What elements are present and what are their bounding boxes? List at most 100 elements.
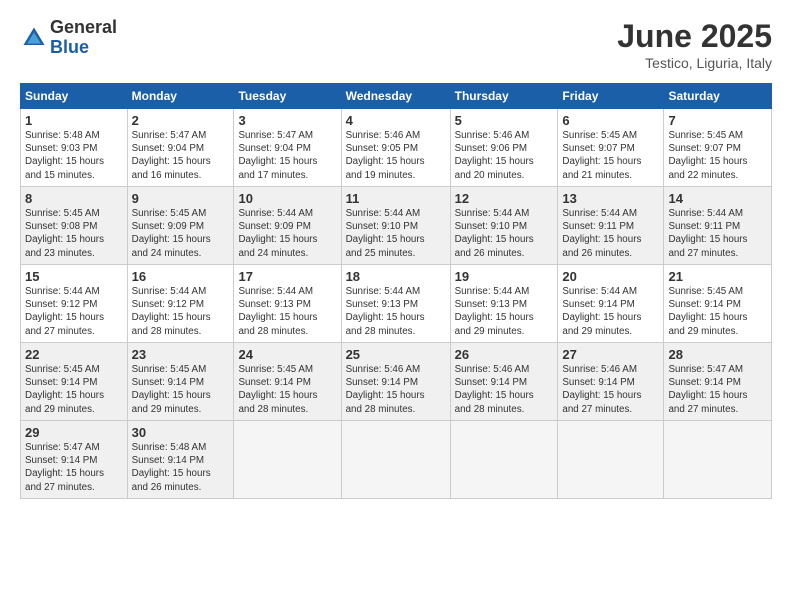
day-cell-30: 30Sunrise: 5:48 AMSunset: 9:14 PMDayligh… — [127, 421, 234, 499]
day-cell-29: 29Sunrise: 5:47 AMSunset: 9:14 PMDayligh… — [21, 421, 128, 499]
day-cell-20: 20Sunrise: 5:44 AMSunset: 9:14 PMDayligh… — [558, 265, 664, 343]
day-cell-4: 4Sunrise: 5:46 AMSunset: 9:05 PMDaylight… — [341, 109, 450, 187]
weekday-monday: Monday — [127, 84, 234, 109]
day-number: 20 — [562, 269, 659, 284]
day-number: 15 — [25, 269, 123, 284]
weekday-thursday: Thursday — [450, 84, 558, 109]
empty-cell — [450, 421, 558, 499]
day-info: Sunrise: 5:46 AMSunset: 9:14 PMDaylight:… — [455, 363, 554, 416]
day-info: Sunrise: 5:47 AMSunset: 9:14 PMDaylight:… — [25, 441, 123, 494]
day-number: 5 — [455, 113, 554, 128]
day-cell-14: 14Sunrise: 5:44 AMSunset: 9:11 PMDayligh… — [664, 187, 772, 265]
weekday-friday: Friday — [558, 84, 664, 109]
day-cell-13: 13Sunrise: 5:44 AMSunset: 9:11 PMDayligh… — [558, 187, 664, 265]
day-cell-21: 21Sunrise: 5:45 AMSunset: 9:14 PMDayligh… — [664, 265, 772, 343]
day-number: 27 — [562, 347, 659, 362]
day-info: Sunrise: 5:45 AMSunset: 9:14 PMDaylight:… — [668, 285, 767, 338]
empty-cell — [664, 421, 772, 499]
location: Testico, Liguria, Italy — [617, 55, 772, 71]
day-info: Sunrise: 5:44 AMSunset: 9:12 PMDaylight:… — [132, 285, 230, 338]
empty-cell — [558, 421, 664, 499]
day-info: Sunrise: 5:45 AMSunset: 9:07 PMDaylight:… — [562, 129, 659, 182]
month-title: June 2025 — [617, 18, 772, 55]
day-number: 16 — [132, 269, 230, 284]
logo: General Blue — [20, 18, 117, 58]
day-number: 7 — [668, 113, 767, 128]
day-cell-7: 7Sunrise: 5:45 AMSunset: 9:07 PMDaylight… — [664, 109, 772, 187]
day-number: 28 — [668, 347, 767, 362]
day-cell-10: 10Sunrise: 5:44 AMSunset: 9:09 PMDayligh… — [234, 187, 341, 265]
day-number: 1 — [25, 113, 123, 128]
day-number: 3 — [238, 113, 336, 128]
day-info: Sunrise: 5:47 AMSunset: 9:04 PMDaylight:… — [238, 129, 336, 182]
day-cell-6: 6Sunrise: 5:45 AMSunset: 9:07 PMDaylight… — [558, 109, 664, 187]
day-info: Sunrise: 5:44 AMSunset: 9:09 PMDaylight:… — [238, 207, 336, 260]
weekday-saturday: Saturday — [664, 84, 772, 109]
day-number: 4 — [346, 113, 446, 128]
day-cell-2: 2Sunrise: 5:47 AMSunset: 9:04 PMDaylight… — [127, 109, 234, 187]
day-number: 26 — [455, 347, 554, 362]
day-number: 25 — [346, 347, 446, 362]
day-number: 2 — [132, 113, 230, 128]
day-cell-3: 3Sunrise: 5:47 AMSunset: 9:04 PMDaylight… — [234, 109, 341, 187]
day-info: Sunrise: 5:44 AMSunset: 9:10 PMDaylight:… — [346, 207, 446, 260]
day-number: 23 — [132, 347, 230, 362]
day-number: 11 — [346, 191, 446, 206]
day-cell-9: 9Sunrise: 5:45 AMSunset: 9:09 PMDaylight… — [127, 187, 234, 265]
day-cell-25: 25Sunrise: 5:46 AMSunset: 9:14 PMDayligh… — [341, 343, 450, 421]
day-info: Sunrise: 5:47 AMSunset: 9:04 PMDaylight:… — [132, 129, 230, 182]
logo-text: General Blue — [50, 18, 117, 58]
day-cell-5: 5Sunrise: 5:46 AMSunset: 9:06 PMDaylight… — [450, 109, 558, 187]
day-cell-26: 26Sunrise: 5:46 AMSunset: 9:14 PMDayligh… — [450, 343, 558, 421]
day-number: 19 — [455, 269, 554, 284]
day-cell-12: 12Sunrise: 5:44 AMSunset: 9:10 PMDayligh… — [450, 187, 558, 265]
day-cell-19: 19Sunrise: 5:44 AMSunset: 9:13 PMDayligh… — [450, 265, 558, 343]
day-info: Sunrise: 5:48 AMSunset: 9:03 PMDaylight:… — [25, 129, 123, 182]
empty-cell — [341, 421, 450, 499]
day-cell-27: 27Sunrise: 5:46 AMSunset: 9:14 PMDayligh… — [558, 343, 664, 421]
day-cell-22: 22Sunrise: 5:45 AMSunset: 9:14 PMDayligh… — [21, 343, 128, 421]
calendar-table: SundayMondayTuesdayWednesdayThursdayFrid… — [20, 83, 772, 499]
week-row-1: 1Sunrise: 5:48 AMSunset: 9:03 PMDaylight… — [21, 109, 772, 187]
day-number: 9 — [132, 191, 230, 206]
day-cell-8: 8Sunrise: 5:45 AMSunset: 9:08 PMDaylight… — [21, 187, 128, 265]
weekday-sunday: Sunday — [21, 84, 128, 109]
day-cell-16: 16Sunrise: 5:44 AMSunset: 9:12 PMDayligh… — [127, 265, 234, 343]
week-row-5: 29Sunrise: 5:47 AMSunset: 9:14 PMDayligh… — [21, 421, 772, 499]
day-number: 6 — [562, 113, 659, 128]
weekday-header-row: SundayMondayTuesdayWednesdayThursdayFrid… — [21, 84, 772, 109]
week-row-2: 8Sunrise: 5:45 AMSunset: 9:08 PMDaylight… — [21, 187, 772, 265]
header: General Blue June 2025 Testico, Liguria,… — [20, 18, 772, 71]
day-info: Sunrise: 5:44 AMSunset: 9:10 PMDaylight:… — [455, 207, 554, 260]
day-info: Sunrise: 5:45 AMSunset: 9:14 PMDaylight:… — [132, 363, 230, 416]
day-info: Sunrise: 5:44 AMSunset: 9:13 PMDaylight:… — [455, 285, 554, 338]
day-info: Sunrise: 5:44 AMSunset: 9:11 PMDaylight:… — [668, 207, 767, 260]
day-cell-24: 24Sunrise: 5:45 AMSunset: 9:14 PMDayligh… — [234, 343, 341, 421]
day-number: 12 — [455, 191, 554, 206]
day-number: 17 — [238, 269, 336, 284]
day-cell-15: 15Sunrise: 5:44 AMSunset: 9:12 PMDayligh… — [21, 265, 128, 343]
day-info: Sunrise: 5:45 AMSunset: 9:07 PMDaylight:… — [668, 129, 767, 182]
day-cell-23: 23Sunrise: 5:45 AMSunset: 9:14 PMDayligh… — [127, 343, 234, 421]
week-row-3: 15 Sunrise: 5:44 AMSunset: 9:12 PMDayligh… — [21, 265, 772, 343]
day-info: Sunrise: 5:44 AMSunset: 9:13 PMDaylight:… — [238, 285, 336, 338]
day-number: 18 — [346, 269, 446, 284]
day-info: Sunrise: 5:44 AMSunset: 9:11 PMDaylight:… — [562, 207, 659, 260]
day-info: Sunrise: 5:46 AMSunset: 9:06 PMDaylight:… — [455, 129, 554, 182]
day-number: 30 — [132, 425, 230, 440]
day-info: Sunrise: 5:46 AMSunset: 9:05 PMDaylight:… — [346, 129, 446, 182]
day-number: 21 — [668, 269, 767, 284]
day-info: Sunrise: 5:44 AMSunset: 9:14 PMDaylight:… — [562, 285, 659, 338]
day-number: 22 — [25, 347, 123, 362]
day-number: 10 — [238, 191, 336, 206]
day-cell-1: 1Sunrise: 5:48 AMSunset: 9:03 PMDaylight… — [21, 109, 128, 187]
day-info: Sunrise: 5:47 AMSunset: 9:14 PMDaylight:… — [668, 363, 767, 416]
day-cell-28: 28Sunrise: 5:47 AMSunset: 9:14 PMDayligh… — [664, 343, 772, 421]
day-info: Sunrise: 5:45 AMSunset: 9:08 PMDaylight:… — [25, 207, 123, 260]
day-cell-18: 18Sunrise: 5:44 AMSunset: 9:13 PMDayligh… — [341, 265, 450, 343]
day-cell-17: 17Sunrise: 5:44 AMSunset: 9:13 PMDayligh… — [234, 265, 341, 343]
logo-icon — [20, 24, 48, 52]
day-info: Sunrise: 5:45 AMSunset: 9:14 PMDaylight:… — [238, 363, 336, 416]
day-number: 13 — [562, 191, 659, 206]
day-number: 8 — [25, 191, 123, 206]
